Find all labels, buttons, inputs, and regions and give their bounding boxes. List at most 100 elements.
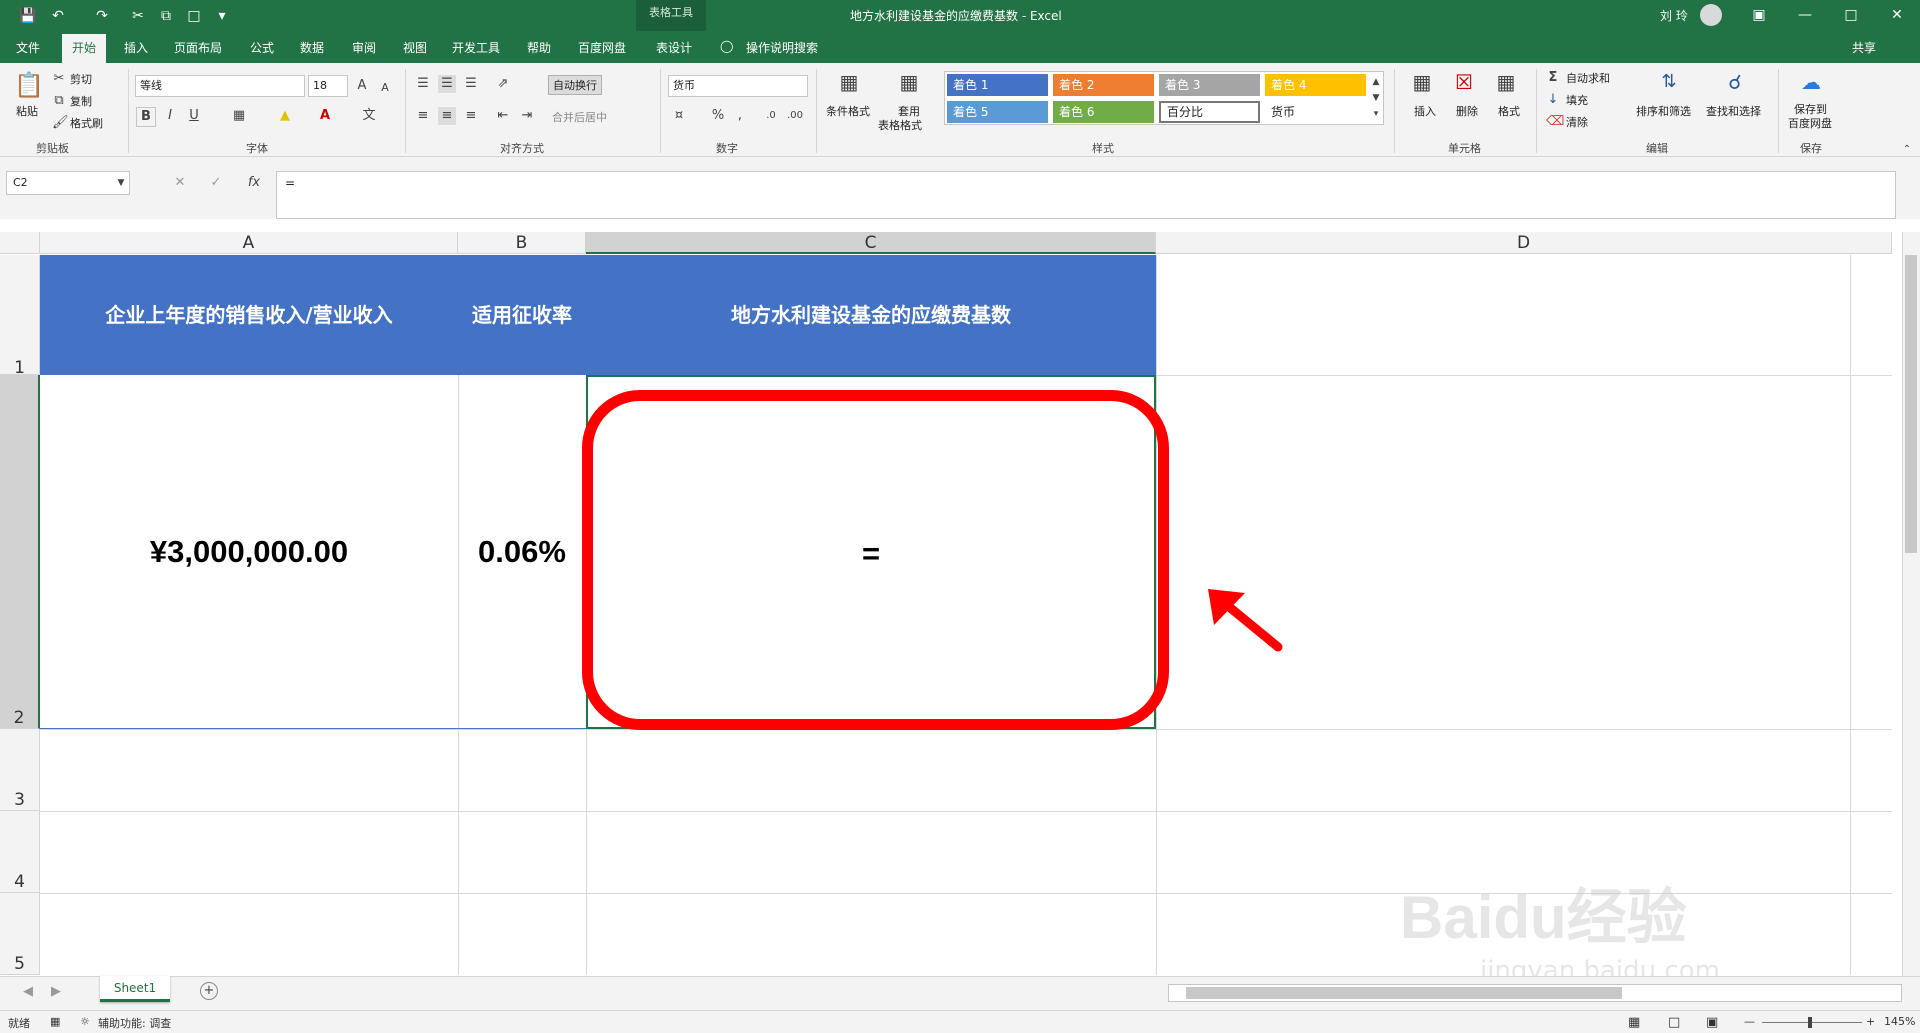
format-cells-icon[interactable]: ▦	[1494, 69, 1518, 95]
border-icon[interactable]: ▦	[230, 107, 248, 125]
decrease-indent-icon[interactable]: ⇤	[494, 107, 512, 125]
percent-icon[interactable]: %	[710, 107, 726, 125]
table-format-button-line2[interactable]: 表格格式	[878, 117, 922, 133]
undo-icon[interactable]: ↶	[48, 6, 68, 26]
style-currency[interactable]: 货币	[1265, 101, 1366, 123]
zoom-out-icon[interactable]: —	[1744, 1015, 1755, 1028]
new-file-icon[interactable]: □	[184, 6, 204, 26]
style-accent-2[interactable]: 着色 2	[1053, 74, 1154, 96]
style-accent-5[interactable]: 着色 5	[947, 101, 1048, 123]
vertical-scroll-thumb[interactable]	[1905, 255, 1917, 553]
cell-c1[interactable]: 地方水利建设基金的应缴费基数	[586, 255, 1156, 375]
avatar[interactable]	[1700, 4, 1722, 26]
column-header-b[interactable]: B	[458, 232, 586, 254]
formula-input[interactable]: =	[276, 171, 1896, 219]
fill-button[interactable]: 填充	[1566, 92, 1588, 108]
italic-icon[interactable]: I	[162, 107, 178, 125]
align-top-icon[interactable]: ☰	[414, 75, 432, 93]
tab-baidu-pan[interactable]: 百度网盘	[578, 39, 626, 56]
zoom-slider-handle[interactable]	[1808, 1017, 1812, 1028]
align-right-icon[interactable]: ≡	[462, 107, 480, 125]
find-select-button[interactable]: 查找和选择	[1706, 103, 1761, 119]
add-sheet-icon[interactable]: +	[200, 982, 218, 1000]
row-header-2[interactable]: 2	[0, 375, 40, 729]
font-name-select[interactable]: 等线	[135, 75, 305, 97]
share-button[interactable]: 共享	[1852, 39, 1876, 56]
paste-button[interactable]: 粘贴	[16, 103, 38, 119]
find-select-icon[interactable]: ☌	[1722, 69, 1748, 95]
style-accent-1[interactable]: 着色 1	[947, 74, 1048, 96]
tab-insert[interactable]: 插入	[124, 39, 148, 56]
insert-cells-icon[interactable]: ▦	[1410, 69, 1434, 95]
cell-b1[interactable]: 适用征收率	[458, 255, 586, 375]
wrap-text-button[interactable]: 自动换行	[548, 75, 602, 95]
style-accent-6[interactable]: 着色 6	[1053, 101, 1154, 123]
font-size-select[interactable]: 18	[308, 75, 348, 97]
merge-center-button[interactable]: 合并后居中	[552, 109, 607, 125]
normal-view-icon[interactable]: ▦	[1628, 1015, 1640, 1030]
sort-filter-icon[interactable]: ⇅	[1656, 69, 1682, 95]
underline-icon[interactable]: U	[186, 107, 202, 125]
select-all-corner[interactable]	[0, 232, 40, 254]
row-header-1[interactable]: 1	[0, 255, 40, 378]
copy-button[interactable]: 复制	[70, 93, 92, 109]
close-icon[interactable]: ✕	[1874, 0, 1920, 31]
tab-table-design[interactable]: 表设计	[656, 39, 692, 56]
align-bottom-icon[interactable]: ☰	[462, 75, 480, 93]
name-box[interactable]: C2	[6, 171, 130, 195]
ribbon-display-icon[interactable]: ▣	[1736, 0, 1782, 31]
tab-developer[interactable]: 开发工具	[452, 39, 500, 56]
sort-filter-button[interactable]: 排序和筛选	[1636, 103, 1691, 119]
next-sheet-icon[interactable]: ▶	[50, 983, 62, 1001]
conditional-format-icon[interactable]: ▦	[836, 69, 862, 95]
tab-page-layout[interactable]: 页面布局	[174, 39, 222, 56]
delete-cells-icon[interactable]: ☒	[1452, 69, 1476, 95]
confirm-entry-icon[interactable]: ✓	[208, 174, 224, 192]
cut-quick-icon[interactable]: ✂	[128, 6, 148, 26]
page-break-view-icon[interactable]: ▣	[1706, 1015, 1718, 1030]
style-percent[interactable]: 百分比	[1159, 101, 1260, 123]
orientation-icon[interactable]: ⇗	[494, 75, 512, 93]
zoom-level[interactable]: 145%	[1884, 1015, 1915, 1028]
minimize-icon[interactable]: —	[1782, 0, 1828, 31]
prev-sheet-icon[interactable]: ◀	[22, 983, 34, 1001]
cell-a2[interactable]: ¥3,000,000.00	[40, 375, 458, 729]
horizontal-scroll-thumb[interactable]	[1186, 987, 1622, 999]
font-color-icon[interactable]: A	[316, 107, 334, 125]
tab-view[interactable]: 视图	[403, 39, 427, 56]
clear-button[interactable]: 清除	[1566, 114, 1588, 130]
comma-style-icon[interactable]: ,	[734, 107, 746, 125]
zoom-in-icon[interactable]: +	[1866, 1015, 1875, 1028]
decrease-decimal-icon[interactable]: .00	[786, 107, 804, 125]
conditional-format-button[interactable]: 条件格式	[826, 103, 870, 119]
style-accent-3[interactable]: 着色 3	[1159, 74, 1260, 96]
format-painter-button[interactable]: 格式刷	[70, 115, 103, 131]
sheet-tab-sheet1[interactable]: Sheet1	[100, 976, 170, 1002]
tab-data[interactable]: 数据	[300, 39, 324, 56]
align-left-icon[interactable]: ≡	[414, 107, 432, 125]
tab-home[interactable]: 开始	[62, 34, 107, 63]
align-center-icon[interactable]: ≡	[438, 107, 456, 125]
baidu-cloud-icon[interactable]: ☁	[1796, 69, 1826, 95]
tab-file[interactable]: 文件	[16, 39, 40, 56]
row-header-4[interactable]: 4	[0, 811, 40, 893]
redo-icon[interactable]: ↷	[92, 6, 112, 26]
increase-decimal-icon[interactable]: .0	[762, 107, 780, 125]
decrease-font-icon[interactable]: A	[378, 79, 392, 97]
save-baidu-line2[interactable]: 百度网盘	[1788, 115, 1832, 131]
zoom-slider[interactable]	[1762, 1022, 1862, 1023]
gallery-more-icon[interactable]: ▾	[1370, 105, 1382, 123]
tab-formulas[interactable]: 公式	[250, 39, 274, 56]
row-header-3[interactable]: 3	[0, 729, 40, 811]
accounting-format-icon[interactable]: ¤	[670, 107, 688, 125]
cell-b2[interactable]: 0.06%	[458, 375, 586, 729]
number-format-select[interactable]: 货币	[668, 75, 808, 97]
copy-quick-icon[interactable]: ⧉	[156, 6, 176, 26]
table-format-icon[interactable]: ▦	[896, 69, 922, 95]
increase-font-icon[interactable]: A	[354, 77, 370, 95]
tell-me-search[interactable]: 操作说明搜索	[746, 39, 818, 56]
maximize-icon[interactable]: □	[1828, 0, 1874, 31]
style-accent-4[interactable]: 着色 4	[1265, 74, 1366, 96]
tab-review[interactable]: 审阅	[352, 39, 376, 56]
phonetic-icon[interactable]: 文	[360, 107, 378, 125]
